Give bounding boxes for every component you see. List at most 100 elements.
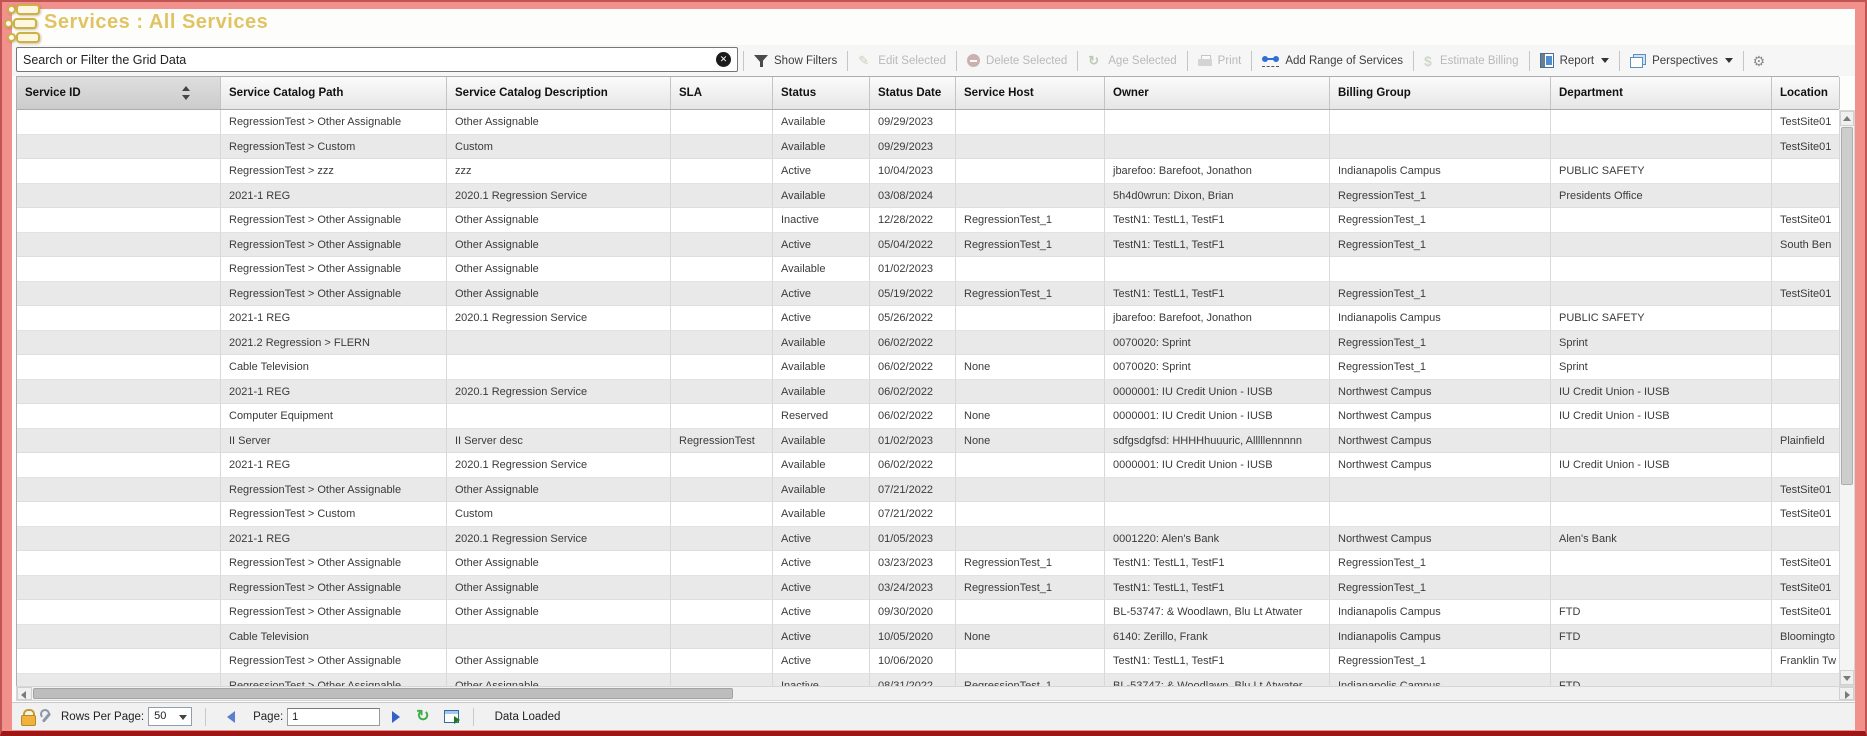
cell: 08/31/2022 [870, 674, 956, 687]
table-row[interactable]: RegressionTest > Other AssignableOther A… [17, 110, 1839, 135]
table-row[interactable]: 2021-1 REG2020.1 Regression ServiceActiv… [17, 306, 1839, 331]
status-text: Data Loaded [495, 711, 561, 723]
column-header-department[interactable]: Department [1551, 77, 1772, 109]
show-filters-button[interactable]: Show Filters [747, 49, 844, 73]
cell: RegressionTest > Other Assignable [221, 551, 447, 576]
scroll-right-icon[interactable] [1839, 687, 1854, 700]
table-row[interactable]: RegressionTest > Other AssignableOther A… [17, 600, 1839, 625]
minus-circle-icon [967, 54, 980, 67]
table-row[interactable]: RegressionTest > Other AssignableOther A… [17, 233, 1839, 258]
report-button[interactable]: Report [1533, 49, 1617, 73]
cell [671, 380, 773, 405]
cell: Available [773, 429, 870, 454]
table-row[interactable]: RegressionTest > Other AssignableOther A… [17, 576, 1839, 601]
column-header-billing-group[interactable]: Billing Group [1330, 77, 1551, 109]
table-row[interactable]: 2021-1 REG2020.1 Regression ServiceAvail… [17, 380, 1839, 405]
wrench-icon[interactable] [39, 709, 54, 724]
cell: 2020.1 Regression Service [447, 306, 671, 331]
column-header-status-date[interactable]: Status Date [870, 77, 956, 109]
table-row[interactable]: RegressionTest > Other AssignableOther A… [17, 551, 1839, 576]
rows-per-page-select[interactable]: 50 [148, 707, 192, 726]
toolbar-button-label: Print [1218, 55, 1242, 67]
table-row[interactable]: 2021-1 REG2020.1 Regression ServiceActiv… [17, 527, 1839, 552]
column-header-location[interactable]: Location [1772, 77, 1840, 109]
search-input[interactable] [16, 47, 738, 72]
next-page-icon[interactable] [392, 711, 400, 723]
previous-page-icon[interactable] [227, 711, 235, 723]
cell [956, 527, 1105, 552]
cell [956, 331, 1105, 356]
table-row[interactable]: Cable TelevisionAvailable06/02/2022None0… [17, 355, 1839, 380]
lock-icon[interactable] [21, 709, 34, 724]
scroll-up-icon[interactable] [1840, 111, 1854, 126]
table-row[interactable]: RegressionTest > Other AssignableOther A… [17, 674, 1839, 687]
cell: Active [773, 233, 870, 258]
table-row[interactable]: RegressionTest > zzzzzzActive10/04/2023j… [17, 159, 1839, 184]
column-header-owner[interactable]: Owner [1105, 77, 1330, 109]
cell: RegressionTest > Other Assignable [221, 576, 447, 601]
cell [1551, 649, 1772, 674]
scroll-left-icon[interactable] [17, 687, 32, 700]
column-header-label: SLA [679, 87, 702, 99]
column-header-sla[interactable]: SLA [671, 77, 773, 109]
page-number-input[interactable] [287, 708, 380, 726]
cell: RegressionTest [671, 429, 773, 454]
cell: RegressionTest_1 [1330, 282, 1551, 307]
table-row[interactable]: RegressionTest > Other AssignableOther A… [17, 208, 1839, 233]
cell [17, 233, 221, 258]
cell: 6140: Zerillo, Frank [1105, 625, 1330, 650]
table-row[interactable]: 2021-1 REG2020.1 Regression ServiceAvail… [17, 184, 1839, 209]
table-row[interactable]: 2021.2 Regression > FLERNAvailable06/02/… [17, 331, 1839, 356]
cell: Other Assignable [447, 576, 671, 601]
cell: RegressionTest_1 [1330, 184, 1551, 209]
cell: Other Assignable [447, 478, 671, 503]
cell: Available [773, 110, 870, 135]
column-header-service-catalog-description[interactable]: Service Catalog Description [447, 77, 671, 109]
scroll-down-icon[interactable] [1840, 670, 1854, 685]
cell: Available [773, 502, 870, 527]
column-header-service-host[interactable]: Service Host [956, 77, 1105, 109]
cell [1551, 208, 1772, 233]
table-row[interactable]: RegressionTest > CustomCustomAvailable07… [17, 502, 1839, 527]
perspectives-button[interactable]: Perspectives [1623, 49, 1740, 73]
horizontal-scrollbar-thumb[interactable] [33, 688, 733, 699]
search-clear-icon[interactable]: ✕ [716, 52, 731, 67]
table-row[interactable]: Cable TelevisionActive10/05/2020None6140… [17, 625, 1839, 650]
add-range-of-services-button[interactable]: Add Range of Services [1255, 49, 1410, 73]
export-grid-icon[interactable] [444, 710, 459, 723]
table-row[interactable]: II ServerII Server descRegressionTestAva… [17, 429, 1839, 454]
column-header-status[interactable]: Status [773, 77, 870, 109]
gear-icon[interactable]: ⚙ [1751, 53, 1767, 69]
cell [17, 453, 221, 478]
table-row[interactable]: RegressionTest > Other AssignableOther A… [17, 478, 1839, 503]
sort-icon [182, 86, 190, 102]
cell [1772, 306, 1839, 331]
column-header-service-id[interactable]: Service ID [17, 77, 221, 109]
cell: 09/30/2020 [870, 600, 956, 625]
cell: TestSite01 [1772, 110, 1839, 135]
cell: TestSite01 [1772, 502, 1839, 527]
cell [447, 331, 671, 356]
age-selected-button: ↻Age Selected [1081, 49, 1183, 73]
edit-selected-button: ✎Edit Selected [851, 49, 953, 73]
cell: RegressionTest > Other Assignable [221, 257, 447, 282]
cell: RegressionTest > Other Assignable [221, 208, 447, 233]
cell: PUBLIC SAFETY [1551, 306, 1772, 331]
column-header-service-catalog-path[interactable]: Service Catalog Path [221, 77, 447, 109]
table-row[interactable]: RegressionTest > Other AssignableOther A… [17, 282, 1839, 307]
table-row[interactable]: RegressionTest > CustomCustomAvailable09… [17, 135, 1839, 160]
cell [447, 404, 671, 429]
cell: 2021-1 REG [221, 380, 447, 405]
table-row[interactable]: RegressionTest > Other AssignableOther A… [17, 649, 1839, 674]
cell: Other Assignable [447, 674, 671, 687]
cell: TestSite01 [1772, 478, 1839, 503]
column-header-label: Status Date [878, 87, 941, 99]
vertical-scrollbar-thumb[interactable] [1841, 127, 1853, 485]
table-row[interactable]: Computer EquipmentReserved06/02/2022None… [17, 404, 1839, 429]
refresh-icon[interactable]: ↻ [416, 709, 429, 725]
horizontal-scrollbar[interactable] [16, 686, 1855, 701]
table-row[interactable]: RegressionTest > Other AssignableOther A… [17, 257, 1839, 282]
vertical-scrollbar[interactable] [1839, 110, 1855, 686]
cell [1105, 478, 1330, 503]
table-row[interactable]: 2021-1 REG2020.1 Regression ServiceAvail… [17, 453, 1839, 478]
